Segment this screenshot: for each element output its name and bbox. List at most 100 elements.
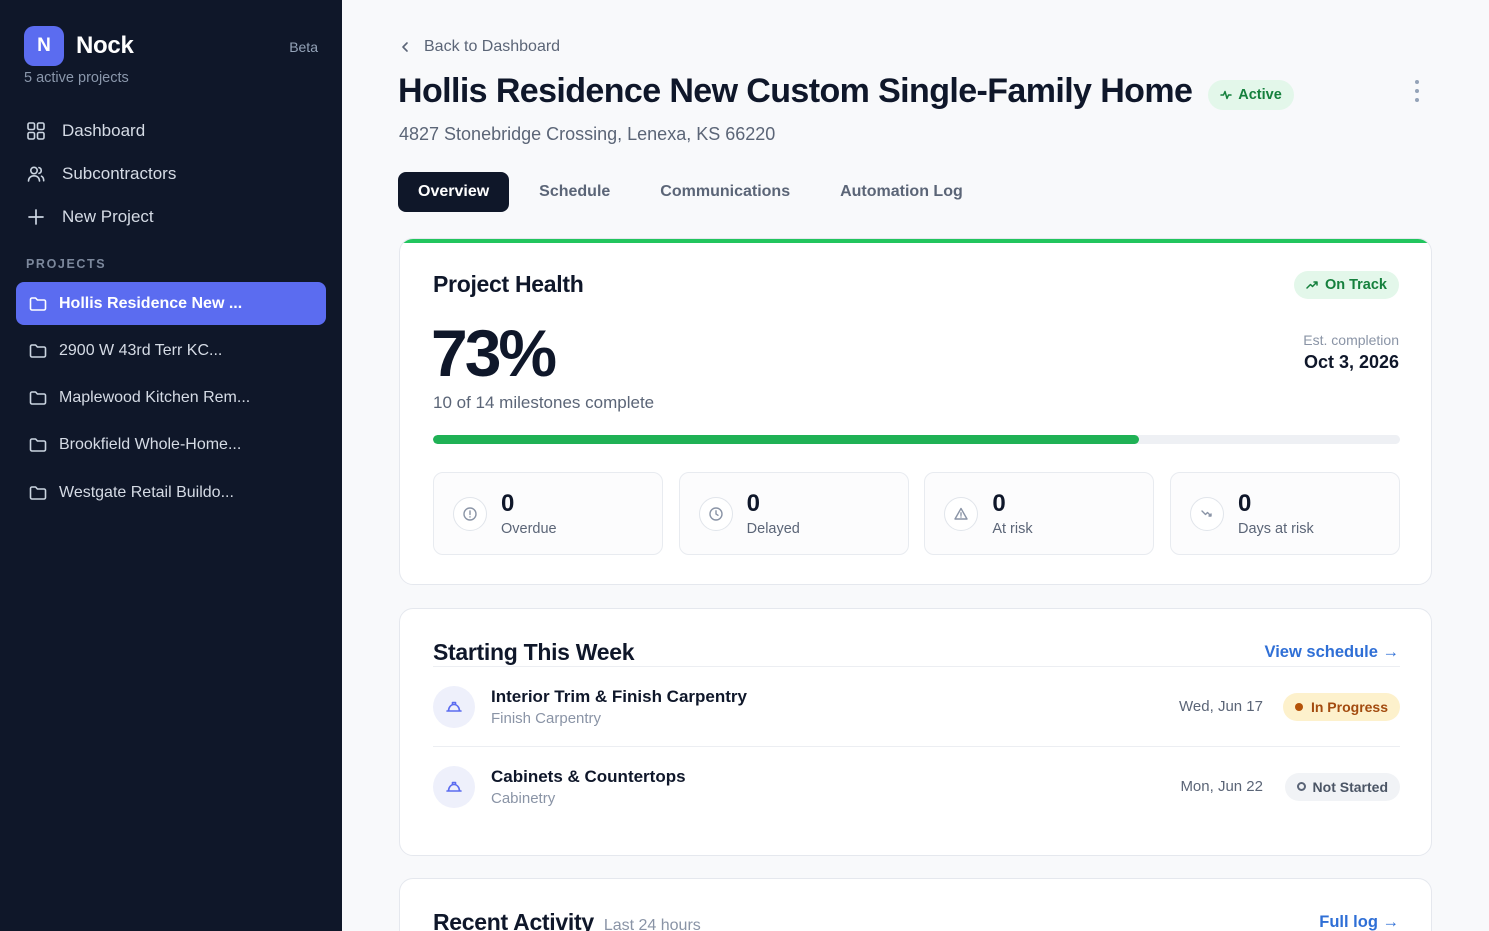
sidebar-project-label: Hollis Residence New ... [59, 294, 243, 312]
project-address: 4827 Stonebridge Crossing, Lenexa, KS 66… [399, 124, 776, 144]
folder-icon [29, 484, 47, 502]
project-list: Hollis Residence New ... 2900 W 43rd Ter… [16, 282, 326, 518]
sidebar-item-new-project[interactable]: New Project [24, 195, 324, 238]
tab-bar: Overview Schedule Communications Automat… [398, 172, 993, 212]
brand-name: Nock [76, 32, 134, 59]
list-item[interactable]: Cabinets & Countertops Cabinetry Mon, Jun… [433, 746, 1400, 826]
tab-schedule[interactable]: Schedule [519, 172, 630, 212]
stat-overdue: 0 Overdue [433, 472, 663, 555]
status-label: Not Started [1312, 778, 1388, 795]
list-item[interactable]: Interior Trim & Finish Carpentry Finish C… [433, 666, 1400, 746]
task-title: Cabinets & Countertops [491, 766, 686, 786]
stat-label: Overdue [501, 520, 557, 537]
status-badge: Active [1208, 79, 1294, 110]
sidebar-item-label: Dashboard [62, 120, 146, 140]
status-badge-in-progress: In Progress [1282, 692, 1400, 721]
sidebar-project-maplewood[interactable]: Maplewood Kitchen Rem... [16, 377, 326, 420]
status-badge-label: Active [1238, 86, 1282, 103]
trending-down-icon [1189, 496, 1224, 531]
brand[interactable]: N Nock [24, 26, 134, 66]
tab-overview[interactable]: Overview [398, 172, 510, 212]
sidebar-item-subcontractors[interactable]: Subcontractors [24, 152, 324, 195]
stat-label: Days at risk [1237, 520, 1314, 537]
status-label: In Progress [1310, 698, 1388, 715]
est-completion-date: Oct 3, 2026 [1303, 352, 1399, 372]
trending-up-icon [1306, 281, 1318, 289]
sidebar-project-2900-w-43rd[interactable]: 2900 W 43rd Terr KC... [16, 329, 326, 372]
main-content: Back to Dashboard Hollis Residence New C… [342, 0, 1489, 931]
folder-icon [29, 342, 47, 360]
starting-this-week-card: Starting This Week View schedule → Inter… [399, 608, 1432, 856]
health-accent-bar [400, 239, 1431, 243]
folder-icon [29, 389, 47, 407]
view-schedule-link[interactable]: View schedule → [1265, 643, 1400, 662]
task-trade: Cabinetry [491, 789, 556, 807]
full-log-link[interactable]: Full log → [1319, 913, 1399, 931]
more-options-icon[interactable] [1407, 76, 1427, 106]
beta-label: Beta [289, 39, 318, 55]
title-row: Hollis Residence New Custom Single-Famil… [398, 72, 1294, 111]
alert-circle-icon [453, 496, 487, 531]
back-to-dashboard-link[interactable]: Back to Dashboard [400, 38, 560, 56]
health-stats: 0 Overdue 0 Delayed 0 At risk 0 Days at risk [433, 472, 1400, 555]
folder-icon [29, 436, 47, 454]
stat-days-at-risk: 0 Days at risk [1169, 472, 1400, 555]
sidebar-project-hollis[interactable]: Hollis Residence New ... [16, 282, 326, 325]
stat-at-risk: 0 At risk [924, 472, 1155, 555]
starting-this-week-title: Starting This Week [433, 639, 635, 665]
sidebar-project-westgate[interactable]: Westgate Retail Buildo... [16, 471, 326, 514]
stat-value: 0 [1237, 489, 1252, 517]
hard-hat-icon [433, 765, 475, 808]
clock-icon [698, 496, 733, 531]
stat-label: Delayed [746, 520, 800, 537]
on-track-badge: On Track [1293, 271, 1399, 299]
sidebar-project-label: Maplewood Kitchen Rem... [59, 389, 251, 407]
project-health-title: Project Health [433, 271, 584, 297]
stat-delayed: 0 Delayed [678, 472, 909, 555]
status-badge-not-started: Not Started [1284, 772, 1400, 801]
sidebar-item-dashboard[interactable]: Dashboard [24, 109, 324, 152]
plus-icon [24, 205, 48, 229]
est-completion-label: Est. completion [1303, 332, 1399, 348]
recent-activity-heading: Recent Activity [433, 909, 594, 931]
stat-value: 0 [992, 489, 1006, 517]
sidebar-project-label: 2900 W 43rd Terr KC... [59, 341, 223, 359]
grid-icon [24, 119, 48, 143]
recent-activity-title: Recent Activity Last 24 hours [433, 909, 701, 931]
back-label: Back to Dashboard [424, 38, 561, 55]
recent-activity-subtitle: Last 24 hours [603, 917, 701, 931]
stat-value: 0 [746, 489, 761, 517]
milestones-complete: 10 of 14 milestones complete [433, 393, 655, 412]
on-track-label: On Track [1324, 277, 1387, 293]
sidebar: N Nock Beta 5 active projects Dashboard … [0, 0, 342, 931]
hard-hat-icon [433, 685, 475, 728]
progress-fill [433, 435, 1139, 444]
milestone-progress-bar [433, 435, 1400, 444]
tab-communications[interactable]: Communications [640, 172, 810, 212]
task-title: Interior Trim & Finish Carpentry [491, 686, 747, 706]
folder-icon [29, 295, 47, 313]
project-health-card: Project Health On Track 73% 10 of 14 mil… [399, 238, 1432, 585]
task-start-date: Mon, Jun 22 [1180, 778, 1263, 795]
projects-section-label: PROJECTS [26, 257, 107, 271]
stat-value: 0 [501, 489, 515, 517]
sidebar-item-label: New Project [62, 206, 154, 226]
tab-automation-log[interactable]: Automation Log [820, 172, 983, 212]
health-percent: 73% [431, 316, 557, 390]
users-icon [24, 162, 48, 186]
task-trade: Finish Carpentry [491, 709, 602, 727]
sidebar-nav: Dashboard Subcontractors New Project [24, 109, 324, 238]
sidebar-item-label: Subcontractors [62, 163, 177, 183]
active-projects-count: 5 active projects [24, 70, 129, 86]
sidebar-project-label: Brookfield Whole-Home... [59, 436, 242, 454]
recent-activity-card: Recent Activity Last 24 hours Full log → [399, 878, 1432, 931]
activity-icon [1220, 90, 1233, 99]
stat-label: At risk [992, 520, 1033, 537]
logo: N [24, 26, 64, 66]
chevron-left-icon [400, 41, 414, 53]
warning-triangle-icon [944, 496, 979, 531]
page-title: Hollis Residence New Custom Single-Famil… [398, 72, 1193, 110]
sidebar-project-label: Westgate Retail Buildo... [59, 483, 234, 501]
sidebar-project-brookfield[interactable]: Brookfield Whole-Home... [16, 424, 326, 467]
task-start-date: Wed, Jun 17 [1179, 698, 1263, 715]
